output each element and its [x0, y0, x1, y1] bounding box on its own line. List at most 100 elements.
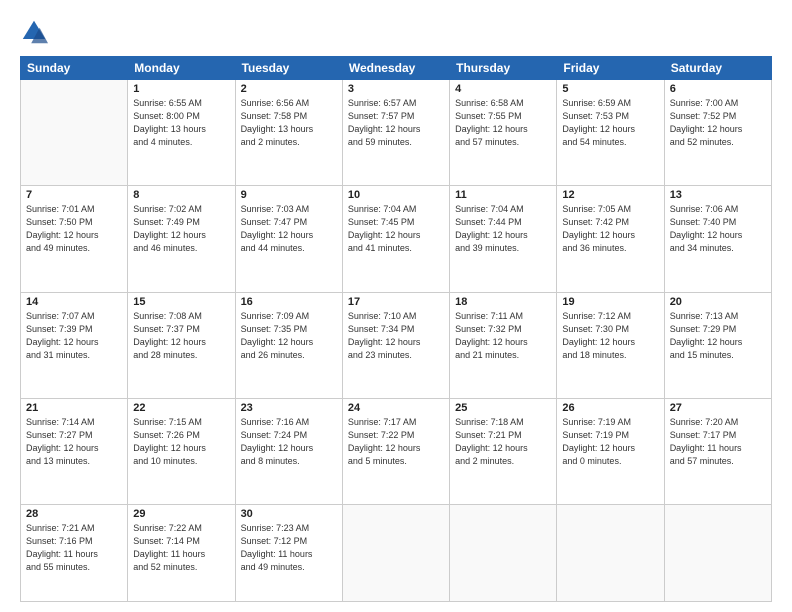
weekday-friday: Friday [557, 57, 664, 80]
weekday-tuesday: Tuesday [235, 57, 342, 80]
logo-icon [20, 18, 48, 46]
calendar-cell: 15 Sunrise: 7:08 AM Sunset: 7:37 PM Dayli… [128, 292, 235, 398]
day-info: Sunrise: 6:57 AM Sunset: 7:57 PM Dayligh… [348, 97, 444, 149]
calendar-cell: 5 Sunrise: 6:59 AM Sunset: 7:53 PM Daylig… [557, 80, 664, 186]
weekday-monday: Monday [128, 57, 235, 80]
calendar-cell [21, 80, 128, 186]
calendar-cell: 11 Sunrise: 7:04 AM Sunset: 7:44 PM Dayli… [450, 186, 557, 292]
day-info: Sunrise: 7:15 AM Sunset: 7:26 PM Dayligh… [133, 416, 229, 468]
day-info: Sunrise: 7:17 AM Sunset: 7:22 PM Dayligh… [348, 416, 444, 468]
day-number: 21 [26, 402, 122, 414]
day-info: Sunrise: 7:04 AM Sunset: 7:45 PM Dayligh… [348, 203, 444, 255]
calendar-cell: 7 Sunrise: 7:01 AM Sunset: 7:50 PM Daylig… [21, 186, 128, 292]
day-info: Sunrise: 7:19 AM Sunset: 7:19 PM Dayligh… [562, 416, 658, 468]
week-row-1: 1Sunrise: 6:55 AM Sunset: 8:00 PM Daylig… [21, 80, 772, 186]
calendar-table: SundayMondayTuesdayWednesdayThursdayFrid… [20, 56, 772, 602]
calendar-cell: 30 Sunrise: 7:23 AM Sunset: 7:12 PM Dayli… [235, 505, 342, 602]
calendar-cell: 1Sunrise: 6:55 AM Sunset: 8:00 PM Daylig… [128, 80, 235, 186]
day-number: 12 [562, 189, 658, 201]
day-info: Sunrise: 6:55 AM Sunset: 8:00 PM Dayligh… [133, 97, 229, 149]
calendar-cell: 21 Sunrise: 7:14 AM Sunset: 7:27 PM Dayli… [21, 398, 128, 504]
day-number: 3 [348, 83, 444, 95]
day-number: 9 [241, 189, 337, 201]
header [20, 18, 772, 46]
day-number: 24 [348, 402, 444, 414]
day-info: Sunrise: 7:22 AM Sunset: 7:14 PM Dayligh… [133, 522, 229, 574]
page: SundayMondayTuesdayWednesdayThursdayFrid… [0, 0, 792, 612]
day-info: Sunrise: 7:11 AM Sunset: 7:32 PM Dayligh… [455, 310, 551, 362]
day-number: 13 [670, 189, 766, 201]
calendar-cell: 22 Sunrise: 7:15 AM Sunset: 7:26 PM Dayli… [128, 398, 235, 504]
week-row-4: 21 Sunrise: 7:14 AM Sunset: 7:27 PM Dayli… [21, 398, 772, 504]
day-number: 17 [348, 296, 444, 308]
week-row-2: 7 Sunrise: 7:01 AM Sunset: 7:50 PM Daylig… [21, 186, 772, 292]
weekday-thursday: Thursday [450, 57, 557, 80]
calendar-cell: 19Sunrise: 7:12 AM Sunset: 7:30 PM Dayli… [557, 292, 664, 398]
day-info: Sunrise: 7:01 AM Sunset: 7:50 PM Dayligh… [26, 203, 122, 255]
calendar-cell [450, 505, 557, 602]
day-info: Sunrise: 7:13 AM Sunset: 7:29 PM Dayligh… [670, 310, 766, 362]
day-number: 28 [26, 508, 122, 520]
day-info: Sunrise: 7:08 AM Sunset: 7:37 PM Dayligh… [133, 310, 229, 362]
day-number: 2 [241, 83, 337, 95]
calendar-cell: 12 Sunrise: 7:05 AM Sunset: 7:42 PM Dayli… [557, 186, 664, 292]
day-info: Sunrise: 7:20 AM Sunset: 7:17 PM Dayligh… [670, 416, 766, 468]
day-number: 11 [455, 189, 551, 201]
day-info: Sunrise: 6:58 AM Sunset: 7:55 PM Dayligh… [455, 97, 551, 149]
day-info: Sunrise: 7:06 AM Sunset: 7:40 PM Dayligh… [670, 203, 766, 255]
calendar-cell [664, 505, 771, 602]
calendar-cell: 17 Sunrise: 7:10 AM Sunset: 7:34 PM Dayli… [342, 292, 449, 398]
calendar-cell [342, 505, 449, 602]
day-info: Sunrise: 7:16 AM Sunset: 7:24 PM Dayligh… [241, 416, 337, 468]
day-number: 19 [562, 296, 658, 308]
day-info: Sunrise: 6:56 AM Sunset: 7:58 PM Dayligh… [241, 97, 337, 149]
calendar-cell: 14 Sunrise: 7:07 AM Sunset: 7:39 PM Dayli… [21, 292, 128, 398]
day-info: Sunrise: 7:10 AM Sunset: 7:34 PM Dayligh… [348, 310, 444, 362]
day-info: Sunrise: 6:59 AM Sunset: 7:53 PM Dayligh… [562, 97, 658, 149]
calendar-cell: 9 Sunrise: 7:03 AM Sunset: 7:47 PM Daylig… [235, 186, 342, 292]
day-number: 23 [241, 402, 337, 414]
weekday-saturday: Saturday [664, 57, 771, 80]
calendar-cell: 24 Sunrise: 7:17 AM Sunset: 7:22 PM Dayli… [342, 398, 449, 504]
day-number: 8 [133, 189, 229, 201]
weekday-sunday: Sunday [21, 57, 128, 80]
day-number: 30 [241, 508, 337, 520]
calendar-cell: 3 Sunrise: 6:57 AM Sunset: 7:57 PM Daylig… [342, 80, 449, 186]
day-info: Sunrise: 7:21 AM Sunset: 7:16 PM Dayligh… [26, 522, 122, 574]
calendar-cell: 26Sunrise: 7:19 AM Sunset: 7:19 PM Dayli… [557, 398, 664, 504]
day-info: Sunrise: 7:03 AM Sunset: 7:47 PM Dayligh… [241, 203, 337, 255]
day-number: 27 [670, 402, 766, 414]
calendar-cell: 25Sunrise: 7:18 AM Sunset: 7:21 PM Dayli… [450, 398, 557, 504]
day-number: 15 [133, 296, 229, 308]
calendar-cell: 27 Sunrise: 7:20 AM Sunset: 7:17 PM Dayli… [664, 398, 771, 504]
day-number: 4 [455, 83, 551, 95]
calendar-cell [557, 505, 664, 602]
week-row-3: 14 Sunrise: 7:07 AM Sunset: 7:39 PM Dayli… [21, 292, 772, 398]
calendar-cell: 2 Sunrise: 6:56 AM Sunset: 7:58 PM Daylig… [235, 80, 342, 186]
day-number: 22 [133, 402, 229, 414]
calendar-cell: 10 Sunrise: 7:04 AM Sunset: 7:45 PM Dayli… [342, 186, 449, 292]
day-info: Sunrise: 7:02 AM Sunset: 7:49 PM Dayligh… [133, 203, 229, 255]
day-number: 14 [26, 296, 122, 308]
day-number: 7 [26, 189, 122, 201]
day-number: 29 [133, 508, 229, 520]
day-info: Sunrise: 7:14 AM Sunset: 7:27 PM Dayligh… [26, 416, 122, 468]
day-number: 16 [241, 296, 337, 308]
day-number: 6 [670, 83, 766, 95]
calendar-cell: 6Sunrise: 7:00 AM Sunset: 7:52 PM Daylig… [664, 80, 771, 186]
calendar-cell: 16 Sunrise: 7:09 AM Sunset: 7:35 PM Dayli… [235, 292, 342, 398]
day-number: 10 [348, 189, 444, 201]
day-info: Sunrise: 7:07 AM Sunset: 7:39 PM Dayligh… [26, 310, 122, 362]
day-info: Sunrise: 7:23 AM Sunset: 7:12 PM Dayligh… [241, 522, 337, 574]
day-number: 5 [562, 83, 658, 95]
logo [20, 18, 52, 46]
day-number: 20 [670, 296, 766, 308]
day-number: 18 [455, 296, 551, 308]
day-info: Sunrise: 7:09 AM Sunset: 7:35 PM Dayligh… [241, 310, 337, 362]
day-info: Sunrise: 7:04 AM Sunset: 7:44 PM Dayligh… [455, 203, 551, 255]
calendar-cell: 13 Sunrise: 7:06 AM Sunset: 7:40 PM Dayli… [664, 186, 771, 292]
day-number: 25 [455, 402, 551, 414]
calendar-cell: 29 Sunrise: 7:22 AM Sunset: 7:14 PM Dayli… [128, 505, 235, 602]
calendar-cell: 23 Sunrise: 7:16 AM Sunset: 7:24 PM Dayli… [235, 398, 342, 504]
day-info: Sunrise: 7:05 AM Sunset: 7:42 PM Dayligh… [562, 203, 658, 255]
